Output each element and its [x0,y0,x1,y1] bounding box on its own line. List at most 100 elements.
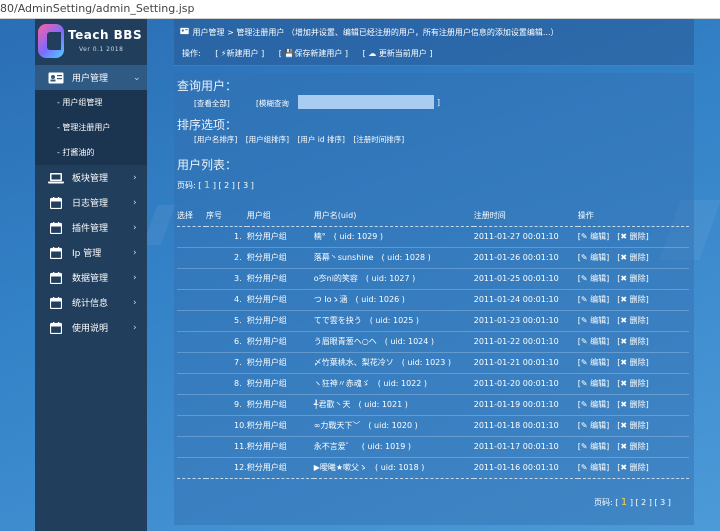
sidebar-subitem-registered-users[interactable]: - 管理注册用户 [35,115,147,140]
select-cell[interactable] [177,351,206,373]
top-pager: 页码: [ 1 ] [ 2 ] [ 3 ] [177,180,254,191]
row-actions: [✎ 编辑] [✖ 删除] [577,372,689,394]
register-time: 2011-01-26 00:01:10 [473,246,578,268]
delete-button[interactable]: [✖ 删除] [617,379,649,388]
select-cell[interactable] [177,288,206,310]
table-row[interactable]: 1. 积分用户组 楠° ( uid: 1029 ) 2011-01-27 00:01:… [177,225,689,247]
sidebar: Teach BBS Ver 0.1 2018 用户管理 ⌄ - 用户组管理 - … [35,19,147,531]
edit-button[interactable]: [✎ 编辑] [578,463,610,472]
sidebar-item-user-management[interactable]: 用户管理 ⌄ [35,65,147,90]
table-row[interactable]: 6. 积分用户组 う眉眼青葱ヘ○ヘ ( uid: 1024 ) 2011-01-22 … [177,330,689,352]
page-link[interactable]: 3 [243,181,248,190]
select-cell[interactable] [177,267,206,289]
delete-button[interactable]: [✖ 删除] [617,295,649,304]
select-cell[interactable] [177,225,206,247]
edit-button[interactable]: [✎ 编辑] [578,379,610,388]
user-group: 积分用户组 [246,288,314,310]
sort-by-id-link[interactable]: [用户 id 排序] [298,135,345,144]
browser-url-bar[interactable]: 80/AdminSetting/admin_Setting.jsp [0,0,720,19]
sidebar-menu: 用户管理 ⌄ - 用户组管理 - 管理注册用户 - 打酱油的 板块管理 › 日志… [35,65,147,340]
select-cell[interactable] [177,372,206,394]
sidebar-item-log-management[interactable]: 日志管理 › [35,190,147,215]
select-cell[interactable] [177,393,206,415]
user-group: 积分用户组 [246,351,314,373]
table-row[interactable]: 3. 积分用户组 o冭ni的笑容 ( uid: 1027 ) 2011-01-25 0… [177,267,689,289]
refresh-user-button[interactable]: [ ☁ 更新当前用户 ] [363,49,433,58]
delete-button[interactable]: [✖ 删除] [617,400,649,409]
delete-button[interactable]: [✖ 删除] [617,274,649,283]
select-cell[interactable] [177,456,206,479]
delete-button[interactable]: [✖ 删除] [617,463,649,472]
delete-button[interactable]: [✖ 删除] [617,253,649,262]
edit-button[interactable]: [✎ 编辑] [578,316,610,325]
table-row[interactable]: 7. 积分用户组 〆竹葉桃水、梨花冷ソ ( uid: 1023 ) 2011-01-2… [177,351,689,373]
main-panel: 查询用户： [查看全部] [模糊查询 ] 排序选项： [用户名排序] [用户组排… [174,73,694,525]
view-all-link[interactable]: [查看全部] [194,99,230,108]
delete-button[interactable]: [✖ 删除] [617,421,649,430]
table-row[interactable]: 12. 积分用户组 ▶曖曦★嗽父ゝ ( uid: 1018 ) 2011-01-16 … [177,456,689,479]
user-name: ▶曖曦★嗽父ゝ ( uid: 1018 ) [313,456,474,479]
delete-button[interactable]: [✖ 删除] [617,337,649,346]
row-actions: [✎ 编辑] [✖ 删除] [577,393,689,415]
search-input[interactable] [298,95,434,109]
row-actions: [✎ 编辑] [✖ 删除] [577,309,689,331]
select-cell[interactable] [177,435,206,457]
table-row[interactable]: 4. 积分用户组つ Ioゝ涵 ( uid: 1026 ) 2011-01-24 00… [177,288,689,310]
edit-button[interactable]: [✎ 编辑] [578,295,610,304]
delete-button[interactable]: [✖ 删除] [617,358,649,367]
save-new-user-button[interactable]: [ 💾保存新建用户 ] [279,49,348,58]
sidebar-item-label: 使用说明 [72,324,109,334]
edit-button[interactable]: [✎ 编辑] [578,400,610,409]
logo[interactable]: Teach BBS Ver 0.1 2018 [35,19,147,64]
page-link-current[interactable]: 1 [204,180,210,191]
select-cell[interactable] [177,246,206,268]
edit-button[interactable]: [✎ 编辑] [578,358,610,367]
sidebar-item-ip-management[interactable]: Ip 管理 › [35,240,147,265]
row-actions: [✎ 编辑] [✖ 删除] [577,225,689,247]
table-row[interactable]: 11. 积分用户组 永不言爱゛ ( uid: 1019 ) 2011-01-17 00… [177,435,689,457]
delete-button[interactable]: [✖ 删除] [617,232,649,241]
edit-button[interactable]: [✎ 编辑] [578,253,610,262]
sort-by-username-link[interactable]: [用户名排序] [194,135,237,144]
page-link[interactable]: 2 [641,498,646,507]
sort-by-time-link[interactable]: [注册时间排序] [353,135,404,144]
page-link-current[interactable]: 1 [621,497,627,508]
select-cell[interactable] [177,309,206,331]
fuzzy-query-link[interactable]: [模糊查询 [256,99,289,108]
delete-button[interactable]: [✖ 删除] [617,316,649,325]
chevron-right-icon: › [133,172,137,183]
calendar-icon [48,296,64,309]
sort-by-group-link[interactable]: [用户组排序] [246,135,289,144]
chevron-right-icon: › [133,297,137,308]
row-actions: [✎ 编辑] [✖ 删除] [577,246,689,268]
new-user-button[interactable]: [ ⚡新建用户 ] [215,49,264,58]
sidebar-subitem-soy-sauce[interactable]: - 打酱油的 [35,140,147,165]
edit-button[interactable]: [✎ 编辑] [578,232,610,241]
sidebar-item-instructions[interactable]: 使用说明 › [35,315,147,340]
table-row[interactable]: 9. 积分用户组 ╃君歡丶天 ( uid: 1021 ) 2011-01-19 00:… [177,393,689,415]
sidebar-subitem-user-groups[interactable]: - 用户组管理 [35,90,147,115]
sidebar-item-data-management[interactable]: 数据管理 › [35,265,147,290]
edit-button[interactable]: [✎ 编辑] [578,274,610,283]
url-text[interactable]: 80/AdminSetting/admin_Setting.jsp [0,2,194,15]
sidebar-item-plugin-management[interactable]: 插件管理 › [35,215,147,240]
edit-button[interactable]: [✎ 编辑] [578,442,610,451]
sidebar-item-board-management[interactable]: 板块管理 › [35,165,147,190]
table-row[interactable]: 10. 积分用户组 ∞力戰天下﹀ ( uid: 1020 ) 2011-01-18 0… [177,414,689,436]
table-row[interactable]: 2. 积分用户组 落幕丶sunshine ( uid: 1028 ) 2011-01-… [177,246,689,268]
select-cell[interactable] [177,330,206,352]
sidebar-item-statistics[interactable]: 统计信息 › [35,290,147,315]
table-row[interactable]: 8. 积分用户组 ヽ狂神〃赤魂ゞ ( uid: 1022 ) 2011-01-20 0… [177,372,689,394]
chevron-right-icon: › [133,322,137,333]
row-number: 1. [206,225,247,247]
delete-button[interactable]: [✖ 删除] [617,442,649,451]
select-cell[interactable] [177,414,206,436]
edit-button[interactable]: [✎ 编辑] [578,421,610,430]
query-title: 查询用户： [177,79,238,93]
table-row[interactable]: 5. 积分用户组 てで雲を抉う ( uid: 1025 ) 2011-01-23 00… [177,309,689,331]
page-link[interactable]: 3 [660,498,665,507]
page-link[interactable]: 2 [224,181,229,190]
row-number: 5. [206,309,247,331]
edit-button[interactable]: [✎ 编辑] [578,337,610,346]
sidebar-item-label: 统计信息 [72,299,109,309]
